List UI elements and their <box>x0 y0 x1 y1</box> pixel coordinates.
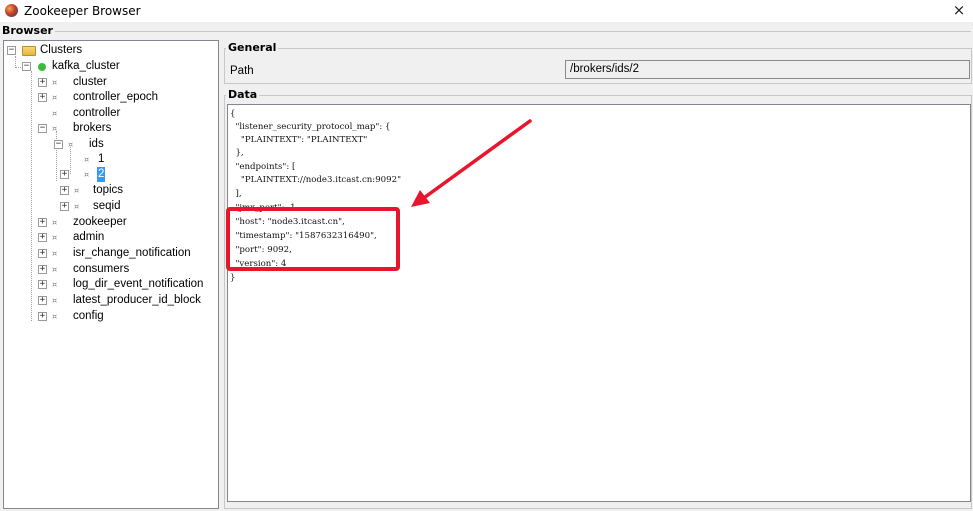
tree-item-log-dir-event-notification[interactable]: + ¤ log_dir_event_notification <box>38 277 216 292</box>
tree-item-label: 1 <box>98 153 105 165</box>
data-group-label: Data <box>226 88 260 101</box>
znode-icon: ¤ <box>52 296 58 305</box>
data-line: } <box>230 273 236 283</box>
path-field[interactable]: /brokers/ids/2 <box>565 60 970 79</box>
tree-item-label: ids <box>89 138 104 150</box>
collapse-icon[interactable]: − <box>22 62 31 71</box>
tree-item-label: seqid <box>93 200 121 212</box>
tree-item-label: kafka_cluster <box>52 60 120 72</box>
znode-icon: ¤ <box>52 265 58 274</box>
znode-icon: ¤ <box>74 186 80 195</box>
tree-item-seqid[interactable]: + ¤ seqid <box>60 199 210 214</box>
znode-icon: ¤ <box>68 140 74 149</box>
connected-status-icon <box>38 63 46 71</box>
znode-icon: ¤ <box>52 124 58 133</box>
tree-item-label: consumers <box>73 263 130 275</box>
data-line: }, <box>230 148 244 158</box>
tree-item-label: admin <box>73 231 105 243</box>
tree-item-latest-producer-id-block[interactable]: + ¤ latest_producer_id_block <box>38 293 216 308</box>
tree-item-label: latest_producer_id_block <box>73 294 201 306</box>
expand-icon[interactable]: + <box>60 170 69 179</box>
expand-icon[interactable]: + <box>60 186 69 195</box>
data-line: "PLAINTEXT://node3.itcast.cn:9092" <box>230 175 402 185</box>
znode-icon: ¤ <box>52 78 58 87</box>
tree-item-zookeeper[interactable]: + ¤ zookeeper <box>38 215 216 230</box>
znode-icon: ¤ <box>84 170 90 179</box>
zookeeper-app-icon <box>5 4 18 17</box>
expand-icon[interactable]: + <box>38 78 47 87</box>
general-group-label: General <box>226 41 279 54</box>
collapse-icon[interactable]: − <box>7 46 16 55</box>
highlight-annotation-box <box>226 207 400 271</box>
data-line: "PLAINTEXT": "PLAINTEXT" <box>230 135 368 145</box>
expand-icon[interactable]: + <box>38 249 47 258</box>
expand-icon[interactable]: + <box>38 312 47 321</box>
tree-item-controller[interactable]: ¤ controller <box>38 106 216 121</box>
tree-item-label: Clusters <box>40 44 83 56</box>
browser-group-label: Browser <box>2 24 55 37</box>
znode-icon: ¤ <box>74 202 80 211</box>
title-bar: Zookeeper Browser × <box>0 0 973 22</box>
cluster-tree[interactable]: − Clusters − kafka_cluster + ¤ cluster +… <box>3 40 219 509</box>
tree-item-cluster[interactable]: + ¤ cluster <box>38 75 216 90</box>
tree-item-label: controller <box>73 107 121 119</box>
tree-item-consumers[interactable]: + ¤ consumers <box>38 262 216 277</box>
expand-icon[interactable]: + <box>60 202 69 211</box>
tree-item-config[interactable]: + ¤ config <box>38 309 216 324</box>
znode-icon: ¤ <box>52 249 58 258</box>
znode-icon: ¤ <box>52 218 58 227</box>
data-line: ], <box>230 189 242 199</box>
expand-icon[interactable]: + <box>38 233 47 242</box>
window-title: Zookeeper Browser <box>24 4 141 18</box>
znode-icon: ¤ <box>52 93 58 102</box>
tree-item-admin[interactable]: + ¤ admin <box>38 230 216 245</box>
tree-item-controller-epoch[interactable]: + ¤ controller_epoch <box>38 90 216 105</box>
tree-item-id-1[interactable]: ¤ 1 <box>70 152 210 167</box>
expand-icon[interactable]: + <box>38 280 47 289</box>
tree-item-ids[interactable]: − ¤ ids <box>54 137 214 152</box>
tree-item-label: cluster <box>73 76 107 88</box>
tree-item-kafka-cluster[interactable]: − kafka_cluster <box>22 59 217 74</box>
tree-item-label: controller_epoch <box>73 91 159 103</box>
tree-item-id-2[interactable]: + ¤ 2 <box>60 167 200 182</box>
tree-item-label: config <box>73 310 104 322</box>
tree-item-label: brokers <box>73 122 112 134</box>
data-line: { <box>230 109 236 119</box>
data-line: "listener_security_protocol_map": { <box>230 122 391 132</box>
tree-item-topics[interactable]: + ¤ topics <box>60 183 210 198</box>
tree-connector <box>31 71 32 321</box>
znode-icon: ¤ <box>52 312 58 321</box>
tree-item-label: log_dir_event_notification <box>73 278 204 290</box>
expand-icon[interactable]: + <box>38 265 47 274</box>
znode-icon: ¤ <box>84 155 90 164</box>
tree-item-label: 2 <box>97 167 106 182</box>
collapse-icon[interactable]: − <box>54 140 63 149</box>
tree-item-clusters[interactable]: − Clusters <box>7 43 217 58</box>
folder-icon <box>22 46 36 56</box>
data-line: "endpoints": [ <box>230 162 296 172</box>
znode-data-textarea[interactable]: { "listener_security_protocol_map": { "P… <box>227 104 971 502</box>
close-button[interactable]: × <box>951 1 967 19</box>
tree-item-label: topics <box>93 184 124 196</box>
path-label: Path <box>230 65 254 77</box>
expand-icon[interactable]: + <box>38 93 47 102</box>
tree-item-label: zookeeper <box>73 216 127 228</box>
collapse-icon[interactable]: − <box>38 124 47 133</box>
tree-item-label: isr_change_notification <box>73 247 191 259</box>
browser-group-divider <box>46 31 971 32</box>
znode-icon: ¤ <box>52 233 58 242</box>
tree-item-brokers[interactable]: − ¤ brokers <box>38 121 216 136</box>
expand-icon[interactable]: + <box>38 218 47 227</box>
tree-item-isr-change-notification[interactable]: + ¤ isr_change_notification <box>38 246 216 261</box>
znode-icon: ¤ <box>52 109 58 118</box>
expand-icon[interactable]: + <box>38 296 47 305</box>
znode-icon: ¤ <box>52 280 58 289</box>
